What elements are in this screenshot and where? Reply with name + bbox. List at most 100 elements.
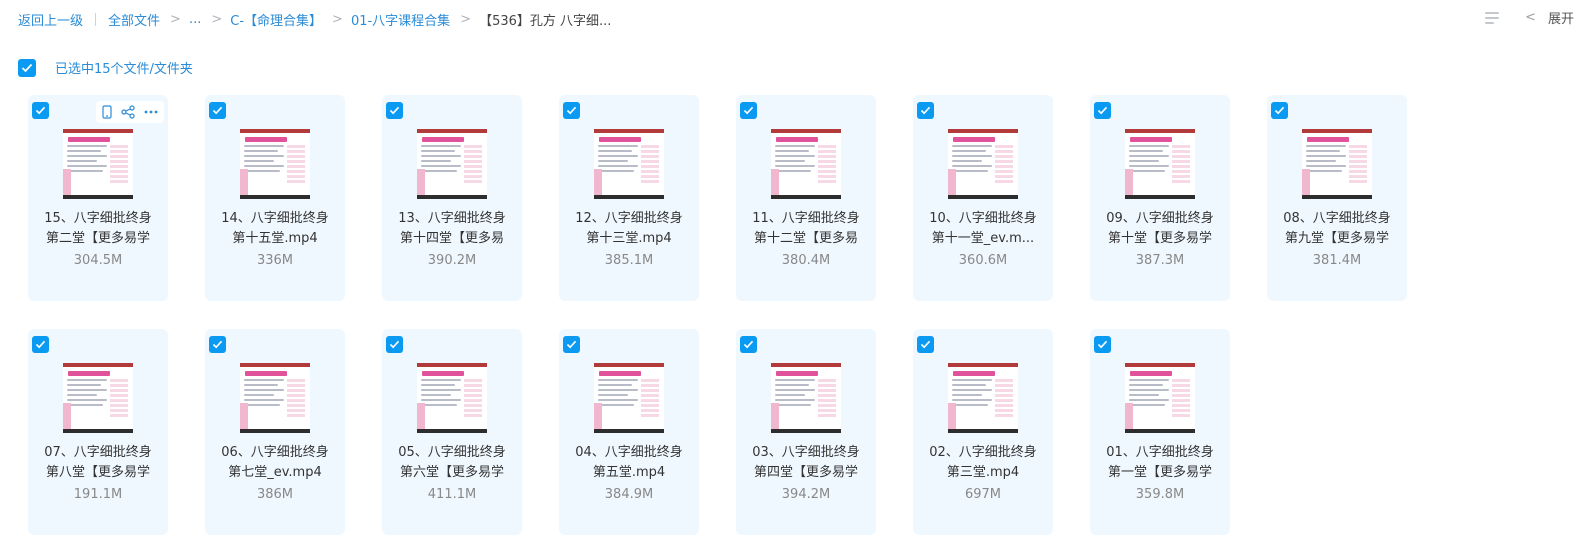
breadcrumb-current: 【536】孔方 八字细...	[479, 13, 612, 29]
file-name-line1: 06、八字细批终身	[221, 445, 329, 460]
file-size: 359.8M	[1135, 487, 1185, 502]
file-name-line1: 09、八字细批终身	[1106, 211, 1214, 226]
file-name: 13、八字细批终身 第十四堂【更多易	[388, 209, 516, 249]
file-checkbox[interactable]	[1094, 336, 1111, 353]
check-icon	[920, 106, 931, 115]
file-card[interactable]: 13、八字细批终身 第十四堂【更多易 390.2M	[382, 95, 522, 301]
breadcrumb-item-all-files[interactable]: 全部文件	[108, 10, 160, 29]
file-checkbox[interactable]	[740, 102, 757, 119]
file-name-line2: 第十四堂【更多易	[399, 231, 504, 246]
file-name-line1: 14、八字细批终身	[221, 211, 329, 226]
file-checkbox[interactable]	[917, 102, 934, 119]
more-icon[interactable]	[144, 110, 158, 114]
breadcrumb: 返回上一级 全部文件 > ... > C-【命理合集】 > 01-八字课程合集 …	[18, 9, 611, 29]
video-thumbnail	[771, 129, 841, 199]
video-thumbnail	[240, 129, 310, 199]
file-card[interactable]: 01、八字细批终身 第一堂【更多易学 359.8M	[1090, 329, 1230, 535]
file-size: 390.2M	[427, 253, 477, 268]
file-card[interactable]: 15、八字细批终身 第二堂【更多易学 304.5M	[28, 95, 168, 301]
phone-icon[interactable]	[102, 105, 112, 119]
file-name-line2: 第七堂_ev.mp4	[228, 465, 322, 480]
file-name-line1: 02、八字细批终身	[929, 445, 1037, 460]
file-card[interactable]: 03、八字细批终身 第四堂【更多易学 394.2M	[736, 329, 876, 535]
file-card[interactable]: 09、八字细批终身 第十堂【更多易学 387.3M	[1090, 95, 1230, 301]
file-name-line2: 第十堂【更多易学	[1107, 231, 1212, 246]
file-size: 387.3M	[1135, 253, 1185, 268]
file-card[interactable]: 14、八字细批终身 第十五堂.mp4 336M	[205, 95, 345, 301]
file-name: 06、八字细批终身 第七堂_ev.mp4	[211, 443, 339, 483]
file-card[interactable]: 06、八字细批终身 第七堂_ev.mp4 386M	[205, 329, 345, 535]
file-name: 08、八字细批终身 第九堂【更多易学	[1273, 209, 1401, 249]
file-checkbox[interactable]	[1094, 102, 1111, 119]
video-thumbnail	[1302, 129, 1372, 199]
file-name: 03、八字细批终身 第四堂【更多易学	[742, 443, 870, 483]
file-size: 191.1M	[73, 487, 123, 502]
check-icon	[566, 340, 577, 349]
selection-count: 已选中15个文件/文件夹	[55, 62, 193, 77]
breadcrumb-item-mingli[interactable]: C-【命理合集】	[230, 10, 322, 29]
file-name-line2: 第九堂【更多易学	[1284, 231, 1389, 246]
check-icon	[35, 340, 46, 349]
check-icon	[21, 63, 33, 72]
file-name-line1: 05、八字细批终身	[398, 445, 506, 460]
file-checkbox[interactable]	[740, 336, 757, 353]
file-checkbox[interactable]	[386, 336, 403, 353]
file-name-line2: 第十三堂.mp4	[586, 231, 672, 246]
expand-button[interactable]: 展开	[1548, 8, 1574, 27]
breadcrumb-item-ellipsis[interactable]: ...	[189, 12, 201, 27]
file-card[interactable]: 02、八字细批终身 第三堂.mp4 697M	[913, 329, 1053, 535]
file-name: 15、八字细批终身 第二堂【更多易学	[34, 209, 162, 249]
file-name: 12、八字细批终身 第十三堂.mp4	[565, 209, 693, 249]
file-size: 380.4M	[781, 253, 831, 268]
file-checkbox[interactable]	[209, 336, 226, 353]
file-card[interactable]: 11、八字细批终身 第十二堂【更多易 380.4M	[736, 95, 876, 301]
file-checkbox[interactable]	[386, 102, 403, 119]
list-view-icon[interactable]	[1485, 11, 1500, 24]
selection-bar: 已选中15个文件/文件夹	[18, 58, 193, 77]
breadcrumb-divider	[95, 12, 97, 26]
file-name-line2: 第八堂【更多易学	[45, 465, 150, 480]
video-thumbnail	[63, 129, 133, 199]
file-size: 386M	[256, 487, 294, 502]
file-name-line2: 第十五堂.mp4	[232, 231, 318, 246]
check-icon	[389, 340, 400, 349]
file-checkbox[interactable]	[209, 102, 226, 119]
back-link[interactable]: 返回上一级	[18, 10, 83, 29]
breadcrumb-separator: >	[211, 11, 223, 27]
file-name-line2: 第一堂【更多易学	[1107, 465, 1212, 480]
share-icon[interactable]	[121, 105, 135, 119]
check-icon	[1097, 106, 1108, 115]
video-thumbnail	[771, 363, 841, 433]
file-checkbox[interactable]	[32, 102, 49, 119]
file-checkbox[interactable]	[32, 336, 49, 353]
check-icon	[389, 106, 400, 115]
file-checkbox[interactable]	[1271, 102, 1288, 119]
file-checkbox[interactable]	[917, 336, 934, 353]
video-thumbnail	[594, 129, 664, 199]
file-name-line2: 第十一堂_ev.m...	[931, 231, 1035, 246]
file-card[interactable]: 04、八字细批终身 第五堂.mp4 384.9M	[559, 329, 699, 535]
card-toolbar	[96, 101, 164, 123]
file-size: 385.1M	[604, 253, 654, 268]
video-thumbnail	[417, 129, 487, 199]
file-card[interactable]: 08、八字细批终身 第九堂【更多易学 381.4M	[1267, 95, 1407, 301]
file-name-line1: 03、八字细批终身	[752, 445, 860, 460]
file-checkbox[interactable]	[563, 336, 580, 353]
file-size: 381.4M	[1312, 253, 1362, 268]
video-thumbnail	[948, 129, 1018, 199]
breadcrumb-item-bazi[interactable]: 01-八字课程合集	[351, 10, 450, 29]
video-thumbnail	[240, 363, 310, 433]
chevron-left-icon[interactable]: <	[1525, 10, 1536, 25]
file-size: 697M	[964, 487, 1002, 502]
file-checkbox[interactable]	[563, 102, 580, 119]
file-card[interactable]: 12、八字细批终身 第十三堂.mp4 385.1M	[559, 95, 699, 301]
file-name: 09、八字细批终身 第十堂【更多易学	[1096, 209, 1224, 249]
file-size: 411.1M	[427, 487, 477, 502]
file-card[interactable]: 10、八字细批终身 第十一堂_ev.m... 360.6M	[913, 95, 1053, 301]
breadcrumb-separator: >	[170, 11, 181, 27]
video-thumbnail	[948, 363, 1018, 433]
file-card[interactable]: 07、八字细批终身 第八堂【更多易学 191.1M	[28, 329, 168, 535]
file-card[interactable]: 05、八字细批终身 第六堂【更多易学 411.1M	[382, 329, 522, 535]
select-all-checkbox[interactable]	[18, 58, 36, 77]
file-name: 05、八字细批终身 第六堂【更多易学	[388, 443, 516, 483]
